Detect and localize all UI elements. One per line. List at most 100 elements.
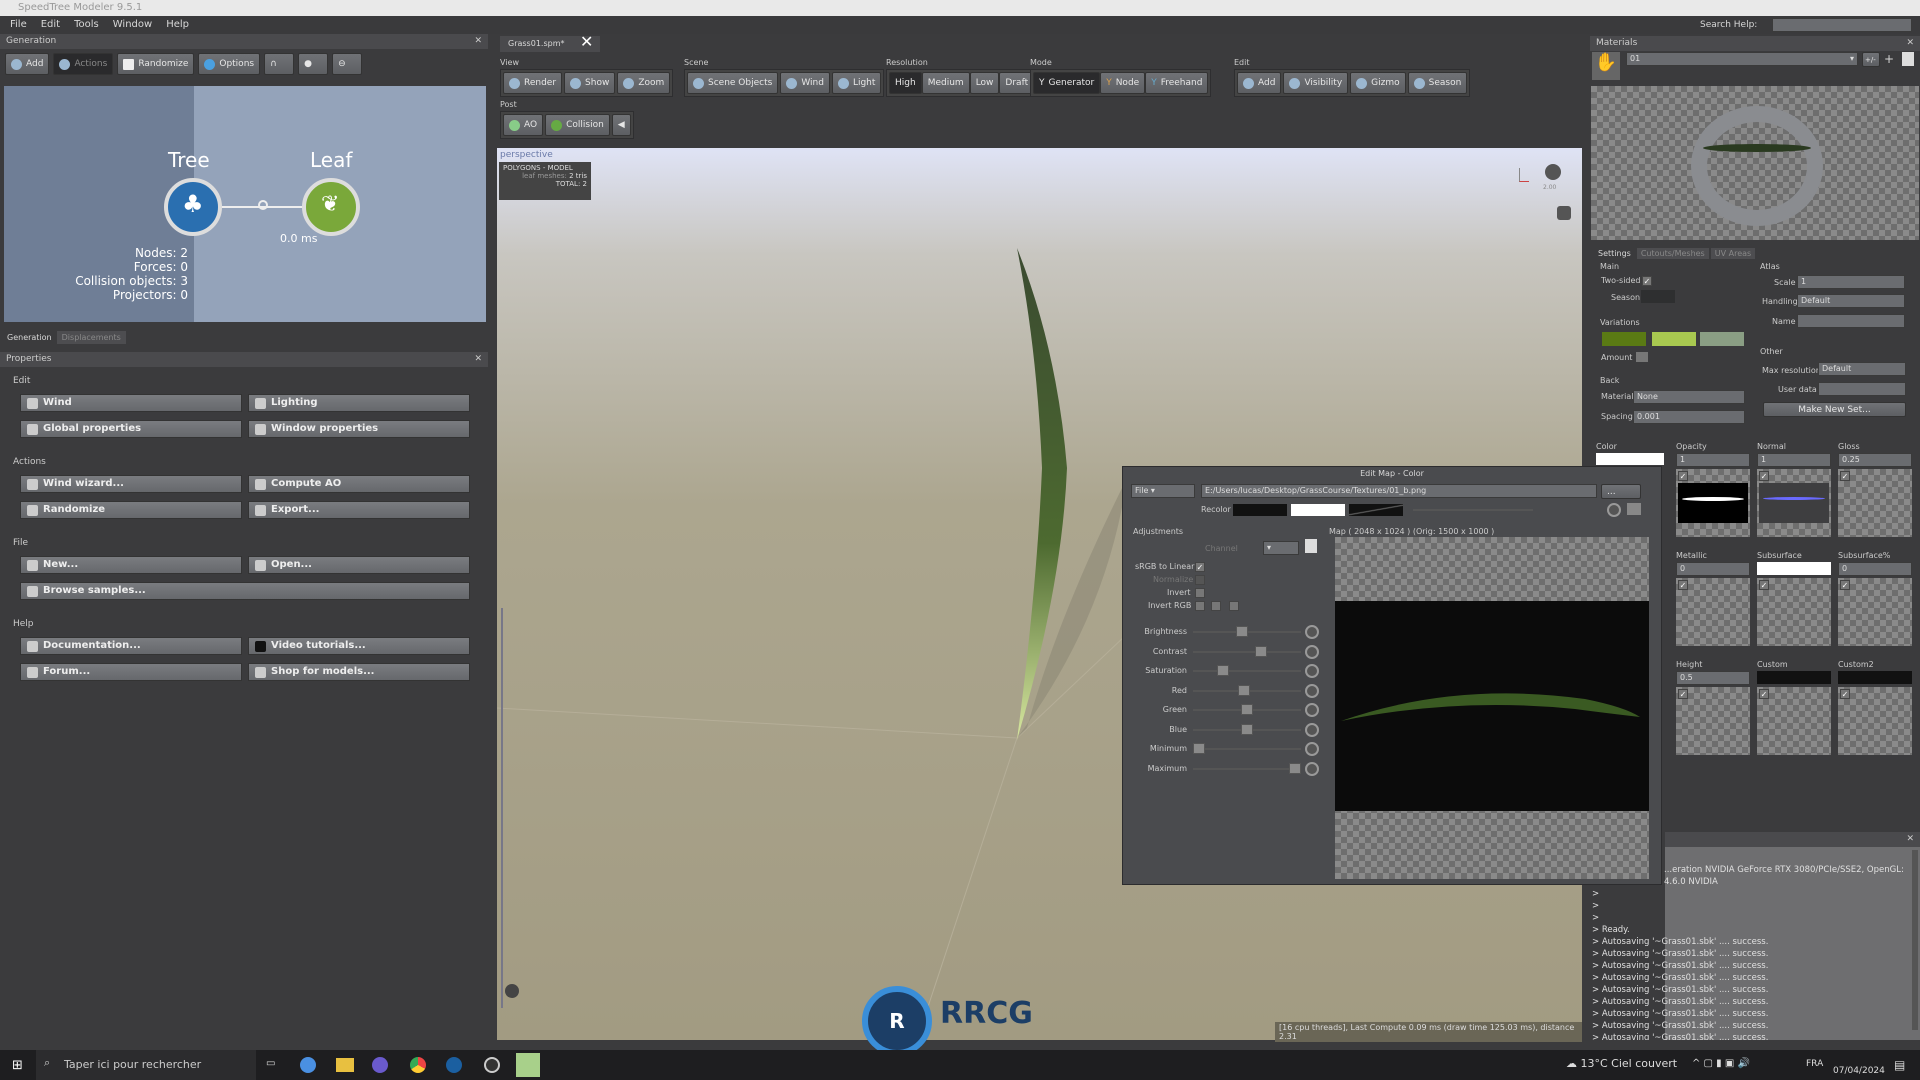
menu-window[interactable]: Window xyxy=(113,19,152,34)
color-swatch[interactable] xyxy=(1596,453,1664,465)
tab-generation[interactable]: Generation xyxy=(4,331,55,344)
scene-light-button[interactable]: Light xyxy=(831,72,882,94)
slider-handle[interactable] xyxy=(1241,704,1253,715)
brightness-slider[interactable] xyxy=(1193,626,1301,637)
randomize-button[interactable]: Randomize xyxy=(117,53,195,75)
generation-graph[interactable]: Tree ♣ Leaf ❦ 0.0 ms Nodes: 2 Forces: 0 Co… xyxy=(4,86,486,322)
zoom-button[interactable]: Zoom xyxy=(617,72,671,94)
forum-button[interactable]: Forum... xyxy=(20,663,242,681)
tab-cutouts[interactable]: Cutouts/Meshes xyxy=(1636,248,1709,259)
steam-icon[interactable] xyxy=(446,1057,462,1073)
map-value-input[interactable]: 0 xyxy=(1676,562,1750,576)
map-value-input[interactable]: 0.5 xyxy=(1676,671,1750,685)
shop-button[interactable]: Shop for models... xyxy=(248,663,470,681)
minimum-slider[interactable] xyxy=(1193,743,1301,754)
app-icon-3[interactable] xyxy=(484,1057,500,1073)
reset-icon[interactable] xyxy=(1305,625,1319,639)
normalize-checkbox[interactable] xyxy=(1195,575,1205,585)
recolor-slider[interactable] xyxy=(1413,509,1533,511)
max-resolution-select[interactable]: Default xyxy=(1818,362,1906,376)
map-enabled-checkbox[interactable]: ✓ xyxy=(1759,580,1769,590)
back-material-select[interactable]: None xyxy=(1633,390,1745,404)
window-properties-button[interactable]: Window properties xyxy=(248,420,470,438)
menu-file[interactable]: File xyxy=(10,19,27,34)
map-thumbnail[interactable]: ✓ xyxy=(1757,687,1831,755)
tab-displacements[interactable]: Displacements xyxy=(56,331,126,344)
browse-button[interactable]: ... xyxy=(1601,484,1641,499)
map-value-input[interactable]: 1 xyxy=(1676,453,1750,467)
map-thumbnail[interactable]: ✓ xyxy=(1757,469,1831,537)
plus-icon[interactable]: + xyxy=(1884,52,1894,66)
close-icon[interactable]: ✕ xyxy=(474,354,482,365)
map-thumbnail[interactable]: ✓ xyxy=(1676,578,1750,646)
mode-generator-button[interactable]: Y Generator xyxy=(1033,72,1101,94)
viewport-scrollbar[interactable] xyxy=(501,608,507,1008)
connector[interactable] xyxy=(258,200,268,210)
make-new-set-button[interactable]: Make New Set... xyxy=(1763,402,1906,417)
map-thumbnail[interactable]: ✓ xyxy=(1676,469,1750,537)
variation-color-1[interactable] xyxy=(1602,332,1646,346)
season-swatch[interactable] xyxy=(1641,290,1675,303)
map-value-input[interactable]: 1 xyxy=(1757,453,1831,467)
map-thumbnail[interactable]: ✓ xyxy=(1676,687,1750,755)
menu-help[interactable]: Help xyxy=(166,19,189,34)
documentation-button[interactable]: Documentation... xyxy=(20,637,242,655)
material-preview[interactable] xyxy=(1591,86,1919,240)
taskbar-search[interactable]: ⌕ Taper ici pour rechercher xyxy=(36,1050,256,1080)
windows-start-icon[interactable]: ⊞ xyxy=(12,1058,23,1073)
task-view-icon[interactable]: ▭ xyxy=(266,1058,275,1069)
add-remove-button[interactable]: +/- xyxy=(1862,52,1880,67)
texture-path-input[interactable]: E:/Users/lucas/Desktop/GrassCourse/Textu… xyxy=(1201,484,1597,498)
map-enabled-checkbox[interactable]: ✓ xyxy=(1840,580,1850,590)
tool-button[interactable]: ⊖ xyxy=(332,53,363,75)
map-enabled-checkbox[interactable]: ✓ xyxy=(1840,471,1850,481)
user-data-input[interactable] xyxy=(1818,382,1906,396)
slider-handle[interactable] xyxy=(1193,743,1205,754)
leaf-node[interactable]: ❦ xyxy=(302,178,360,236)
invert-checkbox[interactable] xyxy=(1195,588,1205,598)
actions-button[interactable]: Actions xyxy=(53,53,114,75)
saturation-slider[interactable] xyxy=(1193,665,1301,676)
tray-icons[interactable]: ^ ▢ ▮ ▣ 🔊 xyxy=(1692,1058,1750,1069)
invert-r-checkbox[interactable] xyxy=(1195,601,1205,611)
green-slider[interactable] xyxy=(1193,704,1301,715)
map-value-input[interactable]: 0.25 xyxy=(1838,453,1912,467)
clipboard-icon[interactable] xyxy=(1902,52,1914,66)
compute-ao-button[interactable]: Compute AO xyxy=(248,475,470,493)
red-slider[interactable] xyxy=(1193,684,1301,696)
slider-handle[interactable] xyxy=(1289,762,1301,774)
map-thumbnail[interactable]: ✓ xyxy=(1838,687,1912,755)
recolor-gradient[interactable] xyxy=(1349,504,1403,516)
scale-input[interactable]: 1 xyxy=(1797,275,1905,289)
variation-color-2[interactable] xyxy=(1652,332,1696,346)
season-button[interactable]: Season xyxy=(1407,72,1468,94)
res-medium-button[interactable]: Medium xyxy=(921,72,970,94)
recolor-light-swatch[interactable] xyxy=(1291,504,1345,516)
map-thumbnail[interactable]: ✓ xyxy=(1838,469,1912,537)
tree-node[interactable]: ♣ xyxy=(164,178,222,236)
maximum-slider[interactable] xyxy=(1193,762,1301,774)
add-button[interactable]: Add xyxy=(5,53,50,75)
slider-handle[interactable] xyxy=(1241,723,1253,735)
magnet-button[interactable]: ∩ xyxy=(264,53,295,75)
recolor-dark-swatch[interactable] xyxy=(1233,504,1287,516)
slider-handle[interactable] xyxy=(1238,684,1251,696)
res-high-button[interactable]: High xyxy=(889,72,922,94)
chrome-icon[interactable] xyxy=(410,1057,426,1073)
map-value-input[interactable]: 0 xyxy=(1838,562,1912,576)
tab-settings[interactable]: Settings xyxy=(1594,248,1635,259)
back-arrow-button[interactable]: ◀ xyxy=(611,114,631,136)
mode-freehand-button[interactable]: Y Freehand xyxy=(1145,72,1209,94)
blue-slider[interactable] xyxy=(1193,723,1301,735)
two-sided-checkbox[interactable]: ✓ xyxy=(1642,276,1652,286)
ao-button[interactable]: AO xyxy=(503,114,544,136)
res-draft-button[interactable]: Draft xyxy=(999,72,1035,94)
scene-wind-button[interactable]: Wind xyxy=(780,72,830,94)
map-swatch[interactable] xyxy=(1757,671,1831,684)
browse-samples-button[interactable]: Browse samples... xyxy=(20,582,470,600)
map-enabled-checkbox[interactable]: ✓ xyxy=(1678,471,1688,481)
map-thumbnail[interactable]: ✓ xyxy=(1757,578,1831,646)
app-icon-2[interactable] xyxy=(372,1057,388,1073)
slider-handle[interactable] xyxy=(1255,645,1268,657)
source-select[interactable]: File ▾ xyxy=(1131,484,1195,498)
